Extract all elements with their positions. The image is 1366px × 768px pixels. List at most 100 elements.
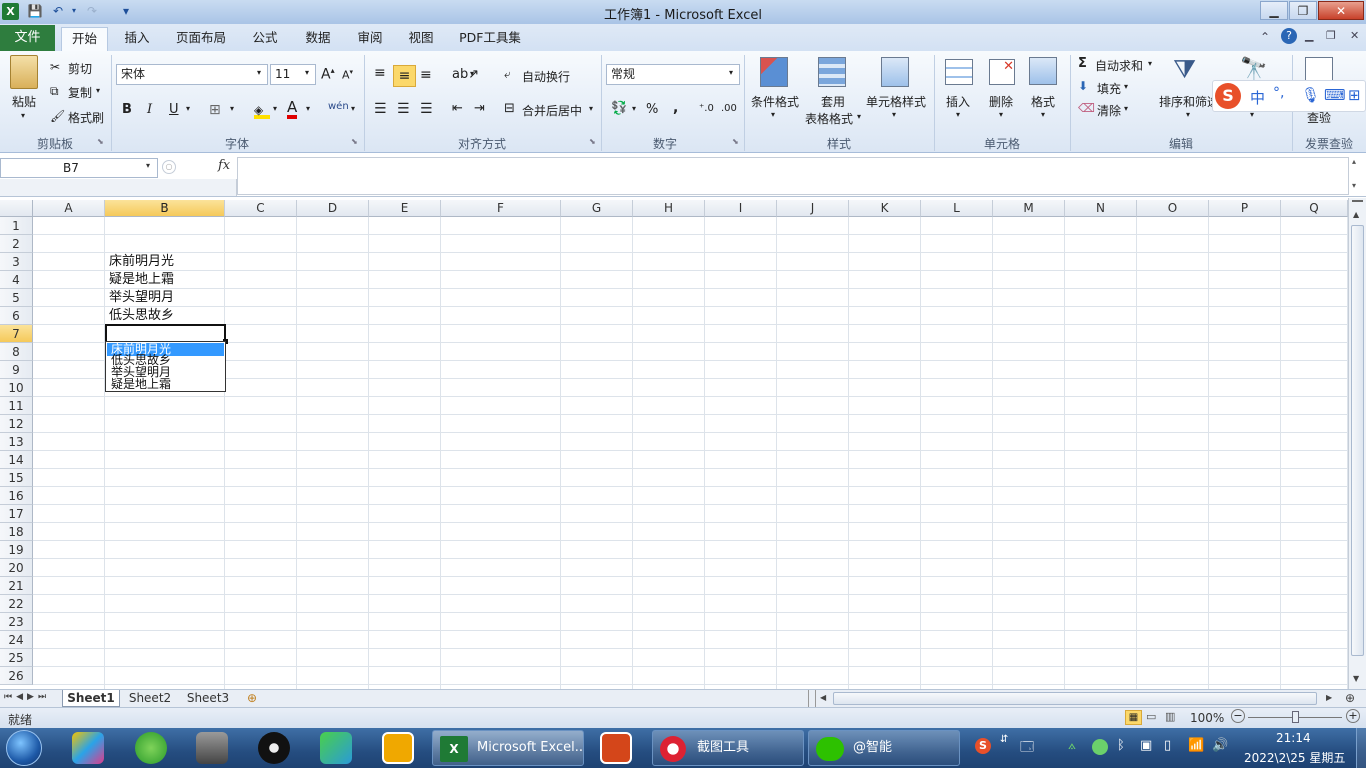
cell-b5[interactable]: 举头望明月 [106, 289, 174, 307]
format-table-dropdown-icon[interactable]: ▾ [857, 112, 861, 121]
zoom-in-button[interactable]: + [1346, 709, 1360, 723]
format-table-line1[interactable]: 套用 [821, 93, 845, 110]
volume-icon[interactable]: 🔊 [1212, 738, 1228, 753]
font-name-dropdown-icon[interactable]: ▾ [257, 68, 261, 77]
tab-data[interactable]: 数据 [296, 27, 340, 51]
close-button[interactable]: ✕ [1318, 1, 1364, 20]
tab-pdf-tools[interactable]: PDF工具集 [452, 27, 528, 51]
vertical-scrollbar[interactable]: ▲ ▼ [1348, 198, 1366, 689]
battery-icon[interactable]: ▯ [1164, 738, 1171, 753]
cell-styles-button[interactable]: 单元格样式 [866, 93, 926, 110]
row-header-21[interactable]: 21 [0, 577, 33, 595]
ime-mode-toggle[interactable]: 中 [1250, 87, 1265, 108]
row-header-9[interactable]: 9 [0, 361, 33, 379]
font-launcher-icon[interactable]: ⬊ [351, 137, 358, 146]
sogou-logo-icon[interactable]: S [1215, 83, 1241, 109]
orientation-dropdown-icon[interactable]: ▾ [470, 69, 474, 78]
browser-icon[interactable] [135, 732, 167, 764]
column-header-e[interactable]: E [369, 200, 441, 217]
start-button[interactable] [6, 730, 42, 766]
row-header-20[interactable]: 20 [0, 559, 33, 577]
number-format-field[interactable]: 常规 [606, 64, 740, 85]
clock-time[interactable]: 21:14 [1276, 731, 1311, 745]
align-top-icon[interactable]: ≡ [374, 65, 386, 81]
clipboard-launcher-icon[interactable]: ⬊ [97, 137, 104, 146]
bluetooth-icon[interactable]: ᛒ [1117, 738, 1125, 753]
sheet-nav-icons[interactable]: ⏮◀▶⏭ [4, 692, 50, 702]
row-header-12[interactable]: 12 [0, 415, 33, 433]
row-header-1[interactable]: 1 [0, 217, 33, 235]
row-header-15[interactable]: 15 [0, 469, 33, 487]
format-cells-icon[interactable] [1029, 57, 1057, 85]
doc-restore-icon[interactable]: ❐ [1326, 29, 1336, 42]
media-app-icon[interactable] [196, 732, 228, 764]
copy-button[interactable]: 复制 [68, 84, 92, 101]
phonetic-icon[interactable]: wén [328, 101, 349, 112]
microphone-icon[interactable]: 🎙 [1301, 86, 1320, 104]
column-header-p[interactable]: P [1209, 200, 1281, 217]
number-format-dropdown-icon[interactable]: ▾ [729, 68, 733, 77]
show-desktop-button[interactable] [1356, 728, 1366, 768]
copy-dropdown-icon[interactable]: ▾ [96, 86, 100, 95]
format-dropdown-icon[interactable]: ▾ [1041, 110, 1045, 119]
page-layout-view-icon[interactable]: ▭ [1146, 710, 1156, 723]
find-select-icon[interactable]: 🔭 [1240, 57, 1267, 82]
horizontal-scroll-thumb[interactable] [833, 692, 1317, 705]
select-all-button[interactable] [0, 200, 33, 217]
normal-view-icon[interactable]: ▦ [1125, 710, 1142, 725]
row-header-23[interactable]: 23 [0, 613, 33, 631]
align-middle-icon[interactable]: ≡ [393, 65, 416, 87]
font-color-icon[interactable]: A [287, 99, 298, 119]
video-player-icon[interactable] [320, 732, 352, 764]
row-header-4[interactable]: 4 [0, 271, 33, 289]
decrease-decimal-icon[interactable]: .00 [721, 103, 737, 114]
insert-cells-button[interactable]: 插入 [946, 93, 970, 110]
shrink-font-icon[interactable]: A▾ [342, 68, 353, 82]
row-header-22[interactable]: 22 [0, 595, 33, 613]
row-header-16[interactable]: 16 [0, 487, 33, 505]
comma-button[interactable]: , [673, 100, 678, 116]
row-header-10[interactable]: 10 [0, 379, 33, 397]
scroll-up-icon[interactable]: ▲ [1353, 210, 1359, 219]
column-header-m[interactable]: M [993, 200, 1065, 217]
font-size-dropdown-icon[interactable]: ▾ [305, 68, 309, 77]
cell-styles-dropdown-icon[interactable]: ▾ [892, 110, 896, 119]
orientation-icon[interactable]: ab↗ [452, 67, 479, 82]
column-header-g[interactable]: G [561, 200, 633, 217]
accounting-format-icon[interactable]: 💱 [611, 101, 627, 116]
underline-button[interactable]: U [169, 102, 179, 117]
clear-button[interactable]: 清除 [1097, 102, 1121, 119]
sort-filter-button[interactable]: 排序和筛选 [1159, 93, 1219, 110]
cell-b3[interactable]: 床前明月光 [106, 253, 174, 271]
network-icon[interactable]: 📶 [1188, 738, 1204, 753]
clear-icon[interactable]: ⌫ [1078, 101, 1095, 115]
delete-cells-button[interactable]: 删除 [989, 93, 1013, 110]
row-header-11[interactable]: 11 [0, 397, 33, 415]
scroll-right-icon[interactable]: ▶ [1326, 693, 1332, 702]
bold-button[interactable]: B [122, 102, 132, 117]
wrap-text-icon[interactable]: ⤶ [504, 67, 511, 82]
tab-view[interactable]: 视图 [399, 27, 443, 51]
obs-icon[interactable] [258, 732, 290, 764]
scroll-down-icon[interactable]: ▼ [1353, 674, 1359, 683]
tray-update-icon[interactable] [1092, 739, 1108, 755]
tray-sogou-icon[interactable]: S [975, 738, 991, 754]
italic-button[interactable]: I [147, 102, 152, 117]
underline-dropdown-icon[interactable]: ▾ [186, 104, 190, 113]
column-header-k[interactable]: K [849, 200, 921, 217]
tab-review[interactable]: 审阅 [348, 27, 392, 51]
column-header-l[interactable]: L [921, 200, 993, 217]
powerpoint-icon[interactable] [600, 732, 632, 764]
minimize-button[interactable]: ▁ [1260, 1, 1288, 20]
format-painter-icon[interactable]: 🖌 [50, 109, 65, 123]
formula-cancel-icon[interactable]: ○ [162, 160, 176, 174]
row-header-18[interactable]: 18 [0, 523, 33, 541]
tab-home[interactable]: 开始 [61, 27, 108, 51]
percent-button[interactable]: % [646, 102, 658, 117]
grow-font-icon[interactable]: A▴ [321, 66, 335, 83]
tab-insert[interactable]: 插入 [115, 27, 159, 51]
delete-cells-icon[interactable]: ✕ [989, 59, 1015, 85]
doc-minimize-icon[interactable]: ▁ [1305, 29, 1313, 42]
cut-button[interactable]: 剪切 [68, 60, 92, 77]
merge-dropdown-icon[interactable]: ▾ [589, 104, 593, 113]
